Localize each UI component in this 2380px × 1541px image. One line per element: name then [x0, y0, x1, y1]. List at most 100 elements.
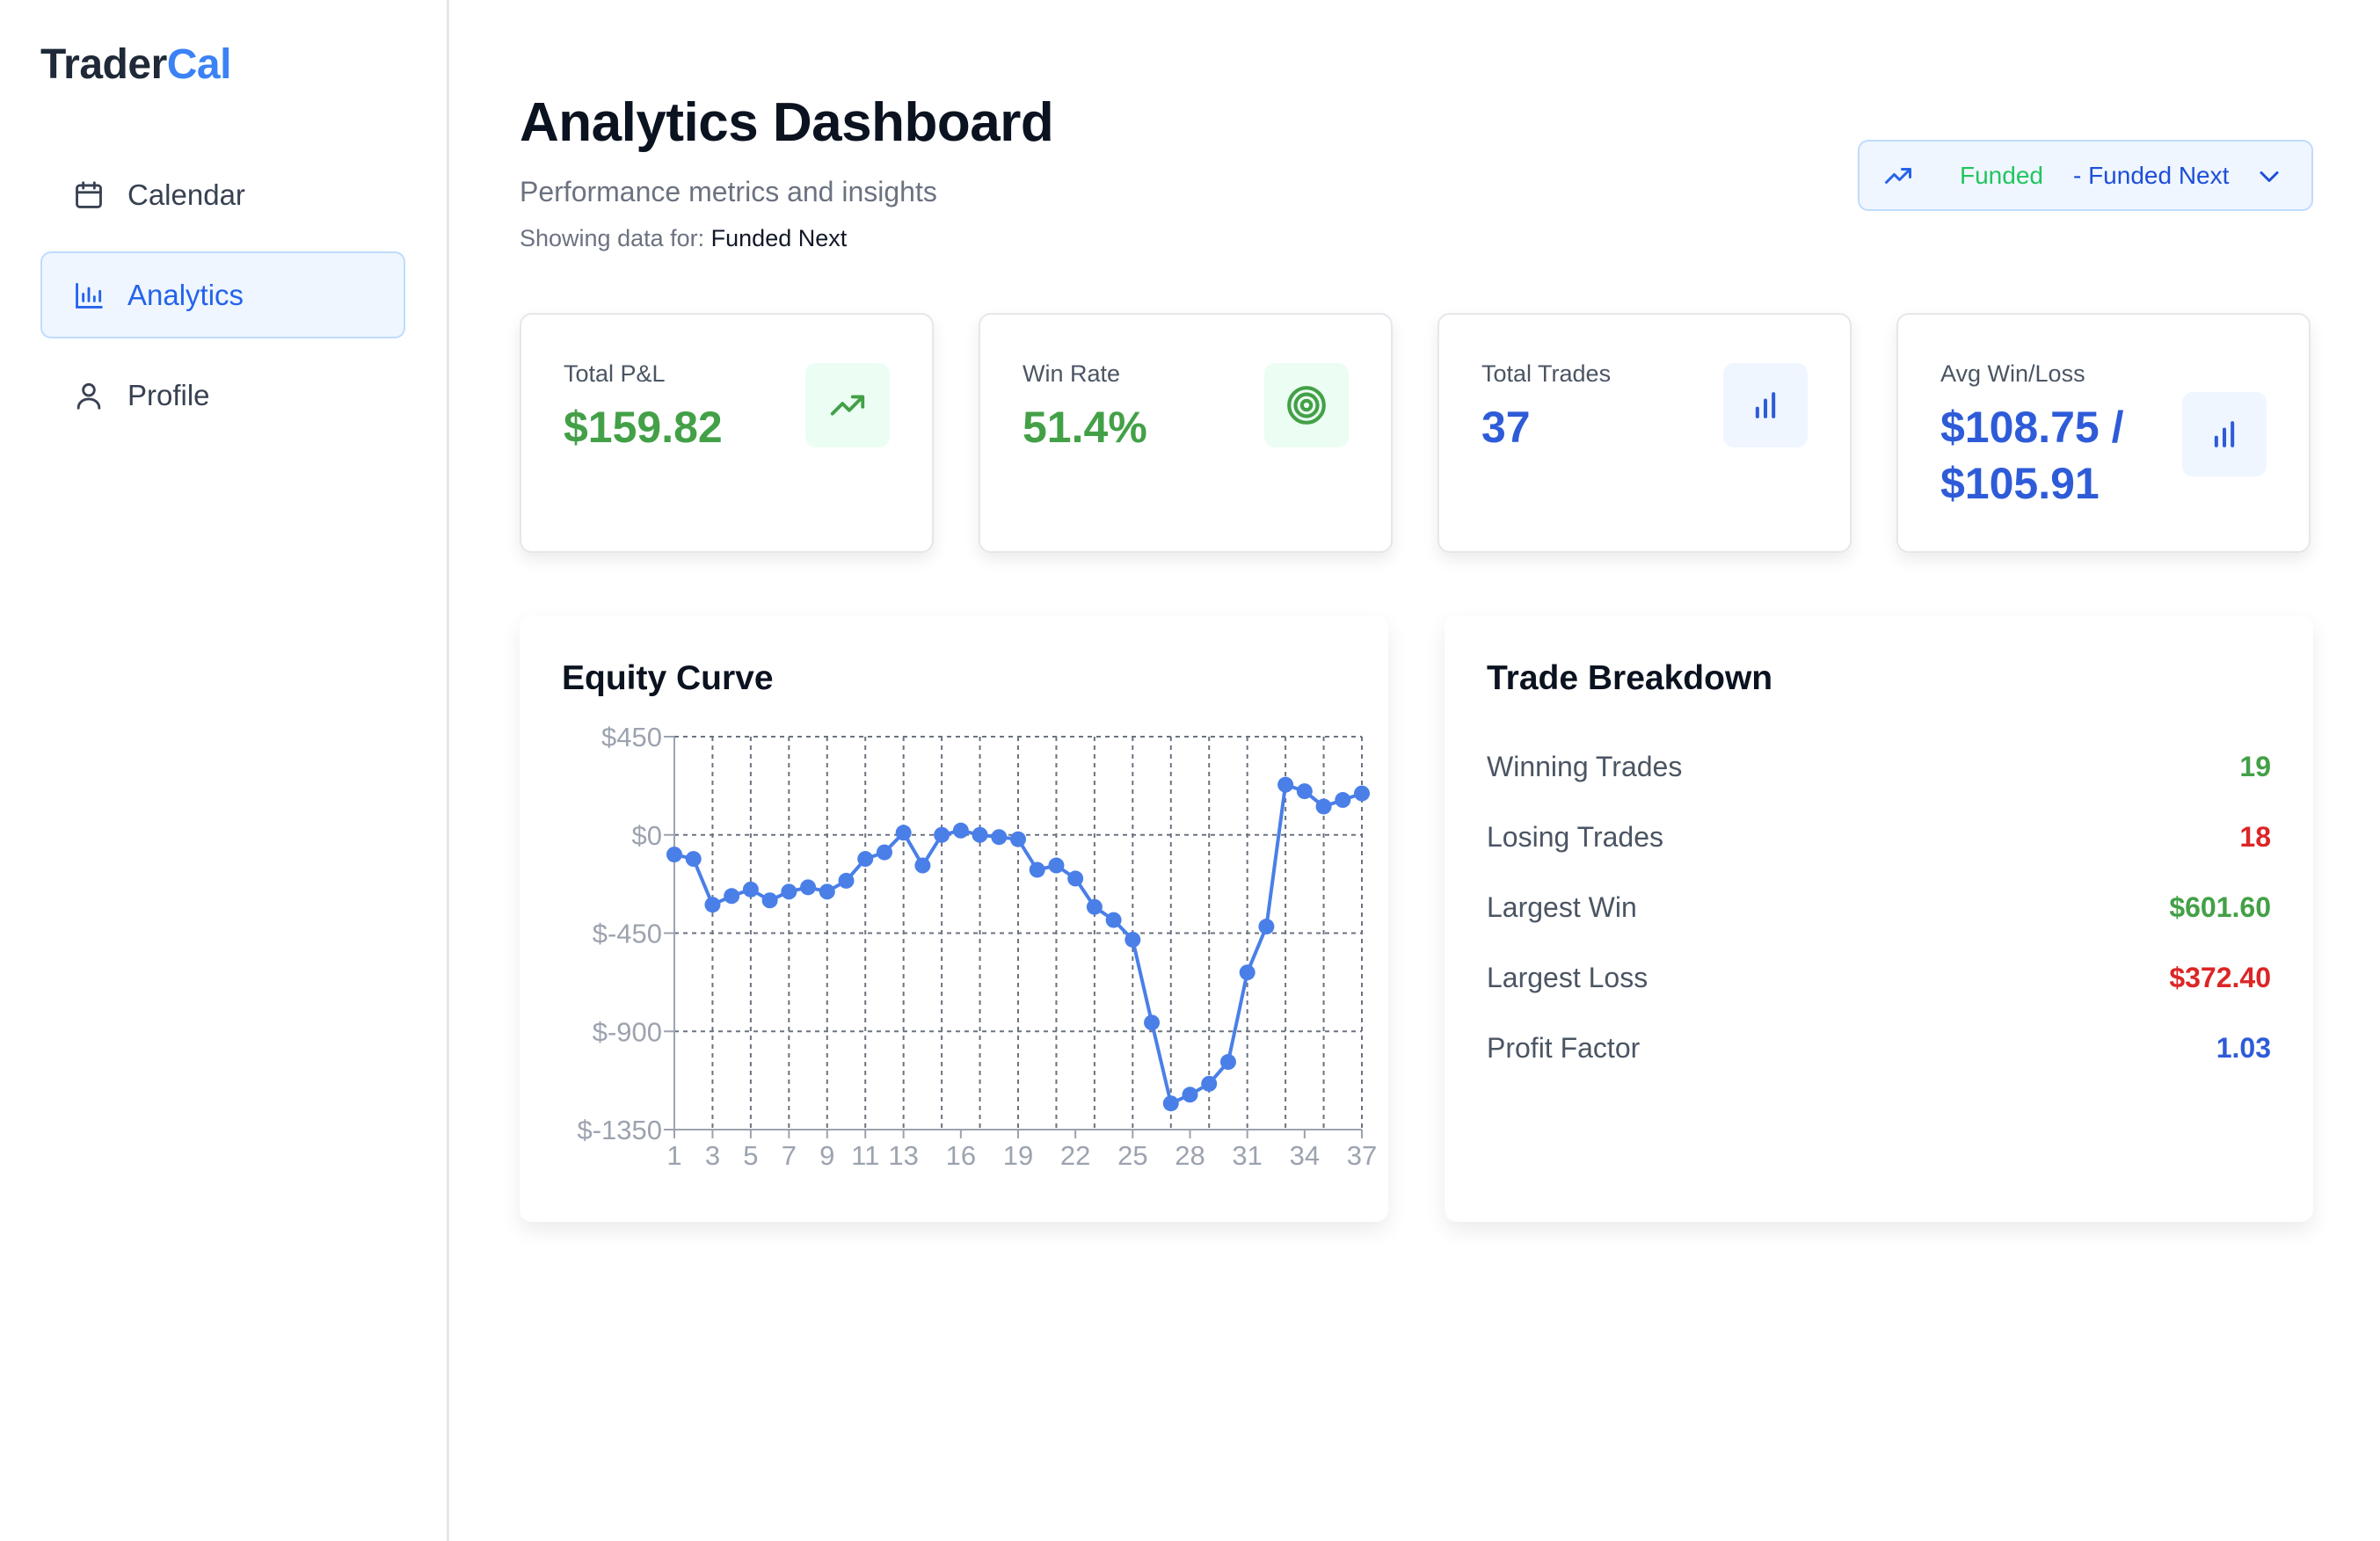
data-point	[1201, 1075, 1218, 1092]
data-point	[1162, 1095, 1179, 1112]
x-tick-label: 37	[1347, 1140, 1377, 1171]
brand-logo[interactable]: TraderCal	[40, 40, 231, 89]
sidebar-item-analytics[interactable]: Analytics	[40, 251, 405, 338]
data-point	[972, 826, 988, 843]
x-tick-label: 22	[1060, 1140, 1090, 1171]
chevron-down-icon	[2260, 171, 2279, 182]
calendar-icon	[71, 178, 106, 213]
breakdown-label: Profit Factor	[1487, 1031, 1641, 1064]
breakdown-list: Winning Trades 19 Losing Trades 18 Large…	[1487, 731, 2271, 1083]
x-tick-label: 3	[705, 1140, 720, 1171]
stat-label: Avg Win/Loss	[1940, 360, 2085, 387]
x-tick-label: 1	[666, 1140, 681, 1171]
x-tick-label: 16	[946, 1140, 976, 1171]
data-point	[1010, 831, 1026, 847]
data-point	[838, 872, 855, 889]
target-icon	[1264, 363, 1349, 447]
data-point	[934, 826, 950, 843]
main-content: Analytics Dashboard Performance metrics …	[449, 0, 2380, 1541]
breakdown-row-profit-factor: Profit Factor 1.03	[1487, 1013, 2271, 1083]
x-tick-label: 28	[1175, 1140, 1205, 1171]
stat-card-total-trades: Total Trades 37	[1437, 313, 1852, 553]
y-tick-label: $450	[601, 722, 662, 752]
x-tick-label: 19	[1003, 1140, 1033, 1171]
x-tick-label: 34	[1290, 1140, 1320, 1171]
stat-value: 37	[1481, 403, 1531, 452]
account-name: - Funded Next	[2072, 161, 2230, 189]
x-tick-label: 7	[782, 1140, 797, 1171]
data-point	[1239, 964, 1256, 981]
account-type: Funded	[1960, 161, 2043, 189]
breakdown-label: Winning Trades	[1487, 750, 1683, 782]
bar-chart-icon	[1723, 363, 1808, 447]
data-point	[800, 879, 817, 896]
breakdown-row-winning-trades: Winning Trades 19	[1487, 731, 2271, 802]
brand-part-1: Trader	[40, 41, 167, 88]
data-point	[761, 892, 778, 909]
stat-card-total-pnl: Total P&L $159.82	[520, 313, 934, 553]
stat-label: Win Rate	[1023, 360, 1121, 387]
breakdown-value: 1.03	[2216, 1031, 2271, 1064]
stat-card-avg-win-loss: Avg Win/Loss $108.75 / $105.91	[1896, 313, 2311, 553]
data-point	[1219, 1054, 1236, 1071]
data-point	[724, 888, 740, 905]
equity-curve-chart[interactable]: $450$0$-450$-900$-13501 3 5 7 9 11 13 16 19 22 25 2…	[520, 615, 1388, 1222]
data-point	[1067, 870, 1084, 887]
breakdown-label: Losing Trades	[1487, 820, 1664, 853]
breakdown-value: 18	[2239, 820, 2271, 853]
showing-data-for: Showing data for: Funded Next	[520, 225, 847, 252]
data-point	[1144, 1014, 1161, 1031]
data-point	[1182, 1087, 1198, 1103]
data-point	[1335, 792, 1351, 809]
data-point	[991, 829, 1008, 846]
showing-account: Funded Next	[710, 225, 848, 251]
data-point	[895, 825, 912, 841]
sidebar-item-profile[interactable]: Profile	[40, 352, 405, 439]
data-point	[685, 851, 702, 868]
stat-value: $159.82	[564, 403, 723, 452]
page-subtitle: Performance metrics and insights	[520, 176, 937, 207]
page-title: Analytics Dashboard	[520, 92, 1054, 153]
data-point	[1048, 857, 1065, 874]
data-point	[857, 851, 874, 868]
bar-chart-icon	[2182, 392, 2267, 476]
data-point	[781, 883, 797, 900]
app-root: TraderCal Calendar Analytics Profile Ana…	[0, 0, 2380, 1541]
x-tick-label: 25	[1117, 1140, 1147, 1171]
account-select[interactable]: Funded - Funded Next	[1858, 140, 2313, 211]
equity-curve-panel: Equity Curve $450 $0 $-450 $-900 $-1350 1 3 5 7 9…	[520, 615, 1388, 1222]
showing-prefix: Showing data for:	[520, 225, 705, 251]
user-icon	[71, 378, 106, 413]
trending-up-icon	[805, 363, 890, 447]
bar-chart-icon	[71, 278, 106, 313]
x-tick-label: 9	[819, 1140, 834, 1171]
data-point	[914, 857, 931, 874]
breakdown-row-largest-loss: Largest Loss $372.40	[1487, 942, 2271, 1013]
stat-card-win-rate: Win Rate 51.4%	[979, 313, 1393, 553]
breakdown-value: $601.60	[2169, 890, 2271, 923]
brand-part-2: Cal	[166, 41, 232, 88]
data-point	[704, 897, 721, 913]
data-point	[1315, 798, 1332, 815]
breakdown-label: Largest Loss	[1487, 961, 1649, 993]
data-point	[666, 847, 682, 863]
sidebar-item-label: Analytics	[127, 278, 244, 311]
sidebar-nav: Calendar Analytics Profile	[40, 151, 405, 452]
x-tick-label: 5	[743, 1140, 758, 1171]
data-point	[1086, 898, 1103, 915]
data-point	[1354, 785, 1370, 802]
x-tick-label: 11	[851, 1140, 879, 1171]
y-tick-label: $-1350	[577, 1115, 662, 1145]
trade-breakdown-panel: Trade Breakdown Winning Trades 19 Losing…	[1445, 615, 2313, 1222]
stat-value: 51.4%	[1023, 403, 1147, 452]
x-tick-label: 13	[888, 1140, 918, 1171]
y-tick-label: $0	[632, 820, 662, 851]
data-point	[1029, 861, 1045, 878]
trade-breakdown-title: Trade Breakdown	[1487, 659, 1773, 697]
sidebar-item-label: Profile	[127, 378, 210, 411]
data-point	[1277, 776, 1294, 793]
breakdown-value: 19	[2239, 750, 2271, 782]
data-point	[1124, 931, 1141, 948]
sidebar-item-calendar[interactable]: Calendar	[40, 151, 405, 238]
y-tick-label: $-450	[593, 919, 662, 949]
